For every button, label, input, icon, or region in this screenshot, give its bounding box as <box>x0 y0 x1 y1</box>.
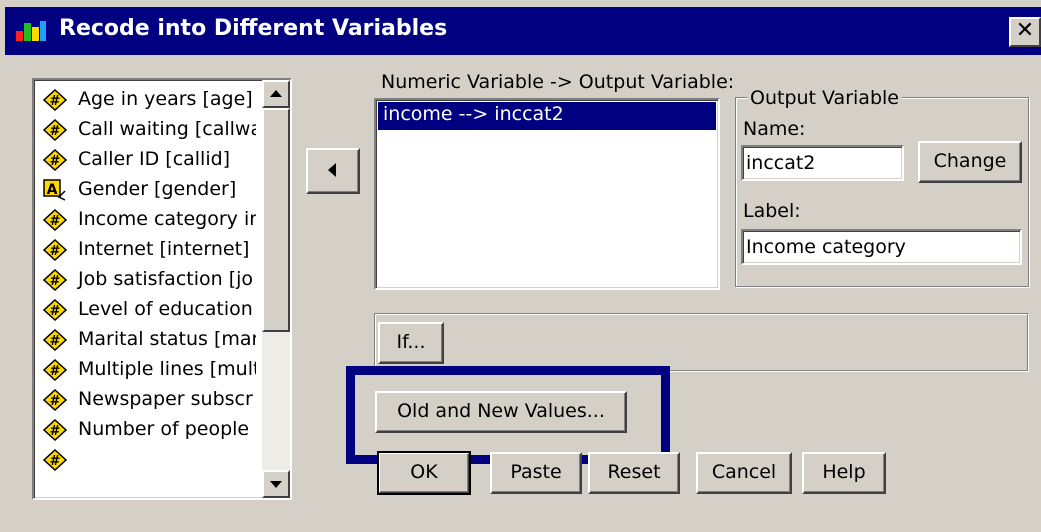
ok-button[interactable]: OK <box>377 451 471 495</box>
mapping-list[interactable]: income --> inccat2 <box>374 98 720 290</box>
svg-text:#: # <box>50 424 61 439</box>
label-label: Label: <box>743 200 801 222</box>
variable-list-item[interactable]: A Gender [gender] <box>38 174 256 204</box>
numeric-icon: # <box>43 359 67 381</box>
svg-text:#: # <box>50 214 61 229</box>
variable-items: # Age in years [age] # Call waiting [callwa… <box>38 84 256 474</box>
variable-list-item[interactable]: # Call waiting [callwa <box>38 114 256 144</box>
svg-text:#: # <box>50 274 61 289</box>
variable-label: Caller ID [callid] <box>78 148 231 170</box>
help-button[interactable]: Help <box>802 452 886 494</box>
svg-text:#: # <box>50 244 61 259</box>
if-panel <box>374 313 1028 371</box>
arrow-up-icon <box>270 90 282 97</box>
scroll-down-button[interactable] <box>262 470 290 498</box>
change-button[interactable]: Change <box>918 141 1022 183</box>
window-title: Recode into Different Variables <box>59 16 448 41</box>
reset-button[interactable]: Reset <box>588 452 680 494</box>
cancel-button[interactable]: Cancel <box>696 452 792 494</box>
variable-list-item[interactable]: # Level of education <box>38 294 256 324</box>
variable-list-item[interactable]: # Internet [internet] <box>38 234 256 264</box>
variable-list-item[interactable]: # Marital status [mari <box>38 324 256 354</box>
scroll-up-button[interactable] <box>262 80 290 108</box>
variable-list-item[interactable]: # Number of people <box>38 414 256 444</box>
variable-label: Marital status [mari <box>78 328 256 350</box>
variable-label: Income category ir <box>78 208 256 230</box>
app-icon <box>16 21 46 41</box>
name-label: Name: <box>743 118 806 140</box>
name-input[interactable]: inccat2 <box>741 145 904 181</box>
mapping-item-text: income --> inccat2 <box>383 103 564 125</box>
if-button[interactable]: If... <box>378 322 444 364</box>
numeric-icon: # <box>43 389 67 411</box>
variable-list[interactable]: # Age in years [age] # Call waiting [callwa… <box>32 78 292 500</box>
move-variable-button[interactable] <box>306 148 360 194</box>
numeric-icon: # <box>43 89 67 111</box>
svg-text:#: # <box>50 154 61 169</box>
svg-text:#: # <box>50 394 61 409</box>
variable-list-item[interactable]: # Caller ID [callid] <box>38 144 256 174</box>
mapping-item[interactable]: income --> inccat2 <box>378 102 716 130</box>
variable-label: Call waiting [callwa <box>78 118 256 140</box>
label-input-value: Income category <box>746 236 906 258</box>
svg-text:#: # <box>50 94 61 109</box>
svg-text:A: A <box>47 182 58 198</box>
numeric-icon: # <box>43 269 67 291</box>
variable-list-item[interactable]: # Newspaper subscr <box>38 384 256 414</box>
old-and-new-values-button[interactable]: Old and New Values... <box>375 391 627 433</box>
variable-list-scrollbar[interactable] <box>262 80 290 498</box>
variable-label: Internet [internet] <box>78 238 250 260</box>
variable-label: Level of education <box>78 298 253 320</box>
variable-label: Multiple lines [multl <box>78 358 256 380</box>
variable-list-item[interactable]: # Job satisfaction [jo <box>38 264 256 294</box>
close-icon: ✕ <box>1015 18 1035 43</box>
mapping-header: Numeric Variable -> Output Variable: <box>381 71 735 93</box>
numeric-icon: # <box>43 239 67 261</box>
numeric-icon: # <box>43 299 67 321</box>
arrow-left-icon <box>328 163 336 177</box>
title-bar[interactable]: Recode into Different Variables ✕ <box>5 7 1041 55</box>
variable-label: Newspaper subscr <box>78 388 253 410</box>
variable-label: Age in years [age] <box>78 88 253 110</box>
arrow-down-icon <box>270 481 282 488</box>
numeric-icon: # <box>43 209 67 231</box>
variable-list-item[interactable]: # Multiple lines [multl <box>38 354 256 384</box>
variable-list-item[interactable]: # Age in years [age] <box>38 84 256 114</box>
numeric-icon: # <box>43 119 67 141</box>
string-icon: A <box>43 179 66 201</box>
scroll-thumb[interactable] <box>262 108 290 332</box>
dialog-window: Recode into Different Variables ✕ # Age i… <box>0 0 1041 532</box>
numeric-icon: # <box>43 149 67 171</box>
paste-button[interactable]: Paste <box>490 452 582 494</box>
name-input-value: inccat2 <box>746 152 816 174</box>
svg-text:#: # <box>50 304 61 319</box>
output-variable-group-label: Output Variable <box>747 87 902 109</box>
numeric-icon: # <box>43 329 67 351</box>
label-input[interactable]: Income category <box>741 229 1022 265</box>
svg-text:#: # <box>50 334 61 349</box>
variable-list-item[interactable]: # <box>38 444 256 474</box>
variable-label: Number of people <box>78 418 250 440</box>
svg-text:#: # <box>50 454 61 469</box>
svg-text:#: # <box>50 124 61 139</box>
variable-label: Gender [gender] <box>78 178 237 200</box>
close-button[interactable]: ✕ <box>1009 17 1041 47</box>
variable-label: Job satisfaction [jo <box>78 268 254 290</box>
numeric-icon: # <box>43 449 67 471</box>
variable-list-item[interactable]: # Income category ir <box>38 204 256 234</box>
numeric-icon: # <box>43 419 67 441</box>
svg-text:#: # <box>50 364 61 379</box>
